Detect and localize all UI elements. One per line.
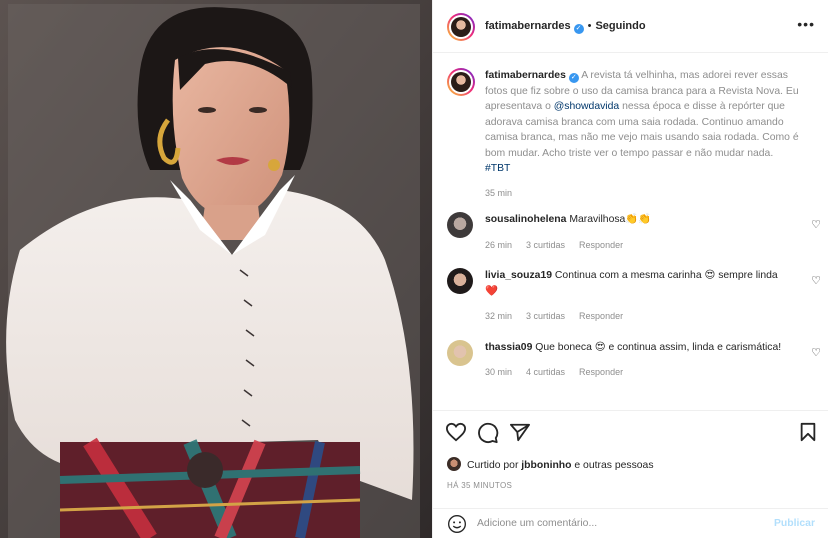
caption-mention-link[interactable]: @showdavida — [554, 101, 619, 112]
comment-time: 26 min — [485, 240, 513, 250]
like-comment-heart-icon[interactable]: ♡ — [811, 274, 821, 287]
comment-username[interactable]: livia_souza19 — [485, 270, 552, 281]
comment-likes-count[interactable]: 4 curtidas — [526, 367, 565, 377]
comment-item: sousalinohelena Maravilhosa👏👏 26 min 3 cu… — [447, 212, 821, 260]
author-avatar[interactable] — [447, 13, 475, 41]
add-comment-row: Adicione um comentário... Publicar — [433, 508, 828, 538]
comment-text: Maravilhosa👏👏 — [569, 214, 652, 225]
post-photo[interactable] — [0, 0, 432, 538]
caption-verified-badge-icon: ✓ — [568, 73, 579, 83]
liked-by-user-link[interactable]: jbboninho — [521, 460, 571, 471]
liked-by-summary[interactable]: Curtido por jbboninho e outras pessoas — [447, 457, 654, 471]
save-bookmark-icon[interactable] — [799, 422, 817, 445]
comment-time: 32 min — [485, 311, 513, 321]
comment-avatar[interactable] — [447, 268, 473, 294]
following-button[interactable]: Seguindo — [595, 20, 645, 32]
comment-likes-count[interactable]: 3 curtidas — [526, 311, 565, 321]
comment-reply-button[interactable]: Responder — [579, 311, 623, 321]
magazine-photo-image — [0, 0, 432, 538]
share-send-icon[interactable] — [509, 422, 531, 445]
caption-author-avatar[interactable] — [447, 68, 475, 96]
caption-timestamp: 35 min — [485, 187, 513, 198]
comment-username[interactable]: thassia09 — [485, 342, 532, 353]
author-username[interactable]: fatimabernardes — [485, 20, 571, 32]
comment-item: thassia09 Que boneca 😍 e continua assim,… — [447, 340, 821, 400]
caption-username[interactable]: fatimabernardes — [485, 70, 566, 81]
more-options-icon[interactable]: ••• — [797, 17, 815, 31]
comment-avatar[interactable] — [447, 340, 473, 366]
like-comment-heart-icon[interactable]: ♡ — [811, 346, 821, 359]
publish-button[interactable]: Publicar — [774, 518, 815, 529]
post-caption: fatimabernardes ✓ A revista tá velhinha, … — [485, 68, 805, 201]
comment-likes-count[interactable]: 3 curtidas — [526, 240, 565, 250]
comment-reply-button[interactable]: Responder — [579, 240, 623, 250]
comment-username[interactable]: sousalinohelena — [485, 214, 566, 225]
post-details-panel: fatimabernardes ✓ • Seguindo ••• fatimabern… — [432, 0, 828, 538]
post-actions-section: Curtido por jbboninho e outras pessoas H… — [433, 410, 828, 538]
instagram-post-view: fatimabernardes ✓ • Seguindo ••• fatimabern… — [0, 0, 828, 538]
comment-bubble-icon[interactable] — [477, 422, 499, 447]
hashtag-link[interactable]: #TBT — [485, 163, 510, 174]
like-heart-icon[interactable] — [445, 422, 467, 445]
comment-time: 30 min — [485, 367, 513, 377]
separator-dot: • — [587, 20, 592, 32]
liker-avatar — [447, 457, 461, 471]
liked-by-prefix: Curtido por — [467, 460, 522, 471]
emoji-smiley-icon[interactable] — [447, 514, 467, 537]
like-comment-heart-icon[interactable]: ♡ — [811, 218, 821, 231]
comment-text: Que boneca 😍 e continua assim, linda e c… — [535, 342, 782, 353]
comment-avatar[interactable] — [447, 212, 473, 238]
liked-by-suffix[interactable]: e outras pessoas — [572, 460, 653, 471]
comment-reply-button[interactable]: Responder — [579, 367, 623, 377]
post-header: fatimabernardes ✓ • Seguindo ••• — [433, 0, 828, 53]
verified-badge-icon: ✓ — [573, 24, 584, 34]
post-timestamp[interactable]: HÁ 35 MINUTOS — [447, 481, 512, 490]
comment-item: livia_souza19 Continua com a mesma carin… — [447, 268, 821, 328]
comment-input[interactable]: Adicione um comentário... — [477, 518, 597, 529]
